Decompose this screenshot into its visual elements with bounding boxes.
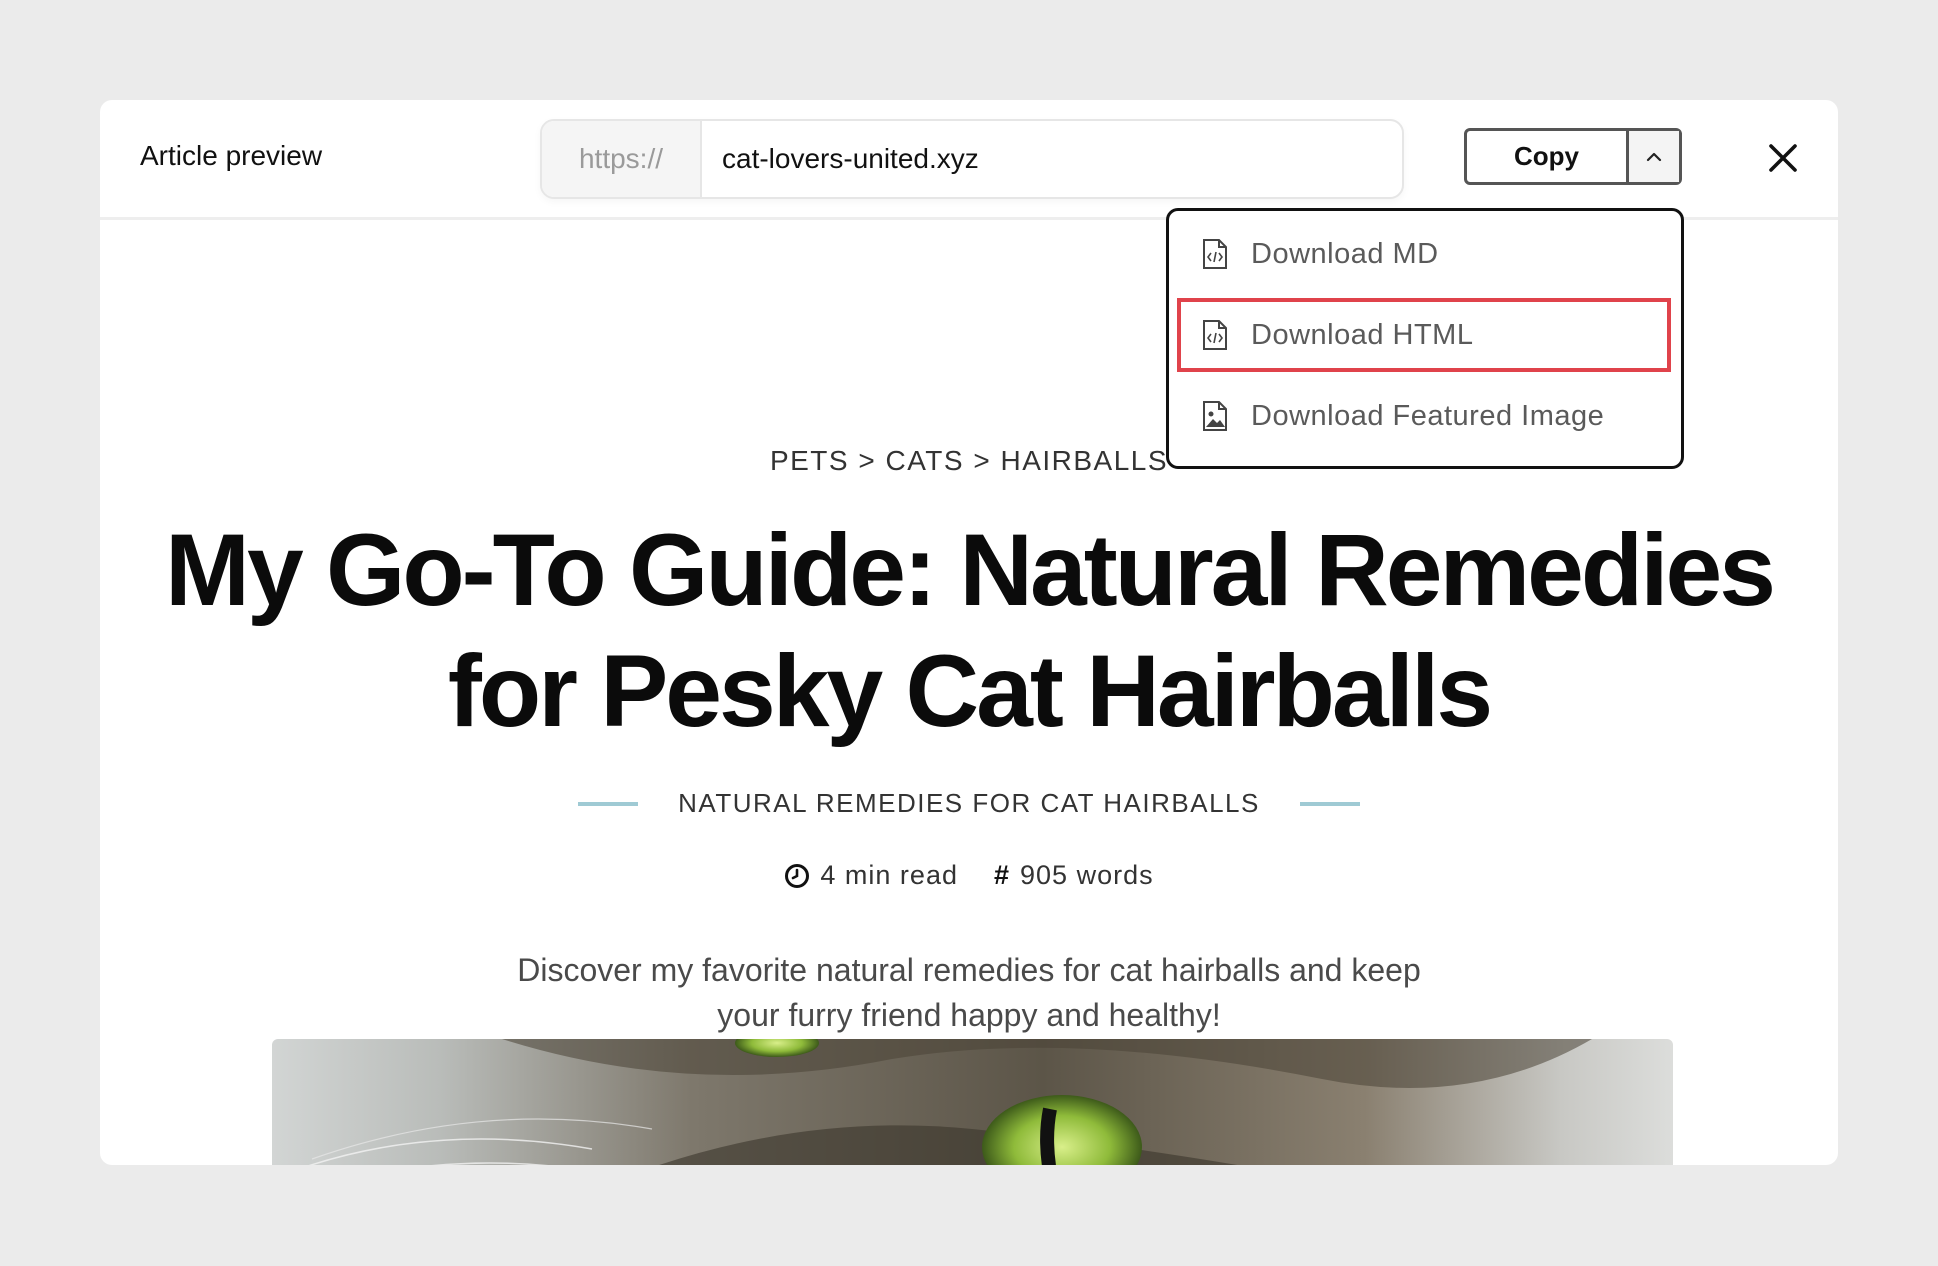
- download-featured-image-item[interactable]: Download Featured Image: [1177, 379, 1671, 453]
- subtitle-rule-right: [1299, 801, 1360, 806]
- article-subtitle: NATURAL REMEDIES FOR CAT HAIRBALLS: [678, 788, 1260, 818]
- copy-options-dropdown: Download MD Download HTML Download Featu…: [1166, 208, 1684, 469]
- download-featured-image-label: Download Featured Image: [1251, 399, 1605, 432]
- modal-title: Article preview: [140, 140, 323, 171]
- article-headline: My Go-To Guide: Natural Remedies for Pes…: [164, 513, 1776, 748]
- copy-options-toggle[interactable]: [1629, 131, 1679, 182]
- article-description: Discover my favorite natural remedies fo…: [517, 952, 1421, 1033]
- read-time: 4 min read: [784, 860, 958, 891]
- clock-icon: [785, 863, 810, 888]
- word-count-text: 905 words: [1020, 860, 1154, 890]
- url-prefix: https://: [542, 121, 702, 197]
- read-time-text: 4 min read: [820, 860, 958, 890]
- subtitle-rule-left: [578, 801, 639, 806]
- download-md-label: Download MD: [1251, 237, 1439, 270]
- download-html-item[interactable]: Download HTML: [1177, 298, 1671, 372]
- cat-photo-image: [272, 1039, 1673, 1165]
- hash-icon: #: [993, 860, 1011, 890]
- subtitle-row: NATURAL REMEDIES FOR CAT HAIRBALLS: [100, 788, 1838, 819]
- word-count: # 905 words: [994, 860, 1154, 891]
- close-icon: [1769, 144, 1797, 172]
- file-code-icon: [1201, 319, 1229, 351]
- file-code-icon: [1201, 238, 1229, 270]
- copy-button[interactable]: Copy: [1467, 131, 1629, 182]
- featured-image: [272, 1039, 1673, 1165]
- url-bar: https://: [540, 119, 1404, 199]
- download-md-item[interactable]: Download MD: [1177, 217, 1671, 291]
- article-meta: 4 min read # 905 words: [100, 860, 1838, 891]
- url-input[interactable]: [702, 121, 1392, 197]
- download-html-label: Download HTML: [1251, 318, 1474, 351]
- copy-split-button: Copy: [1464, 128, 1682, 185]
- chevron-up-icon: [1646, 152, 1662, 161]
- close-button[interactable]: [1766, 141, 1800, 175]
- modal-header: Article preview https:// Copy: [100, 100, 1838, 220]
- file-image-icon: [1201, 400, 1229, 432]
